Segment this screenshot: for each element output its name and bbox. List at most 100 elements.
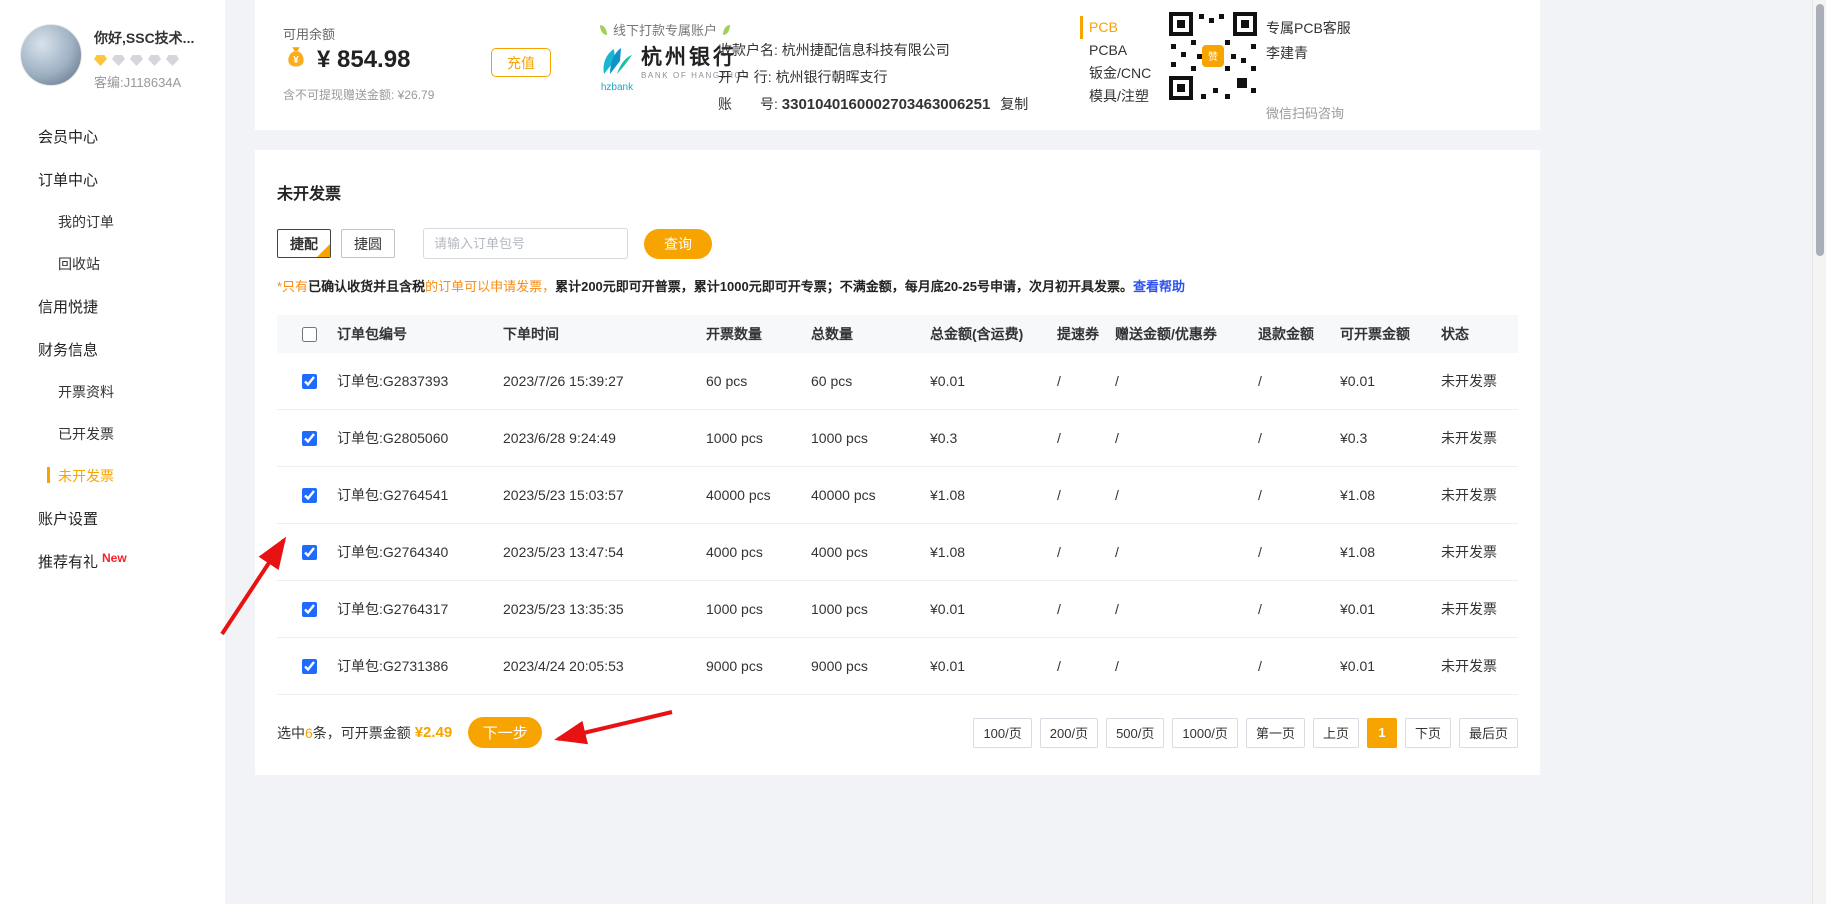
sidebar-item-referral[interactable]: 推荐有礼New	[0, 540, 225, 583]
col-header-refund-amount: 退款金额	[1258, 324, 1340, 344]
sidebar-menu: 会员中心 订单中心 我的订单 回收站 信用悦捷 财务信息 开票资料 已开发票 未…	[0, 105, 225, 583]
cell-total-qty: 9000 pcs	[811, 658, 930, 674]
toolbar: 捷配 捷圆 查询	[277, 228, 1518, 259]
gem-icon	[112, 55, 125, 66]
order-package-search-input[interactable]	[423, 228, 628, 259]
scrollbar-thumb[interactable]	[1816, 4, 1824, 256]
row-checkbox[interactable]	[302, 545, 317, 560]
page-size-500[interactable]: 500/页	[1106, 718, 1164, 748]
selected-amount: ¥2.49	[415, 724, 453, 741]
recharge-button[interactable]: 充值	[491, 48, 551, 77]
sidebar-item-invoice-profile[interactable]: 开票资料	[0, 371, 225, 413]
sidebar-item-my-orders[interactable]: 我的订单	[0, 201, 225, 243]
cell-refund-amount: /	[1258, 373, 1340, 389]
cell-speed-coupon: /	[1057, 487, 1115, 503]
balance-row: ¥ ¥ 854.98	[283, 44, 410, 75]
cell-order-time: 2023/6/28 9:24:49	[503, 430, 706, 446]
cell-invoicable-amount: ¥0.01	[1340, 373, 1441, 389]
service-sheet-metal-cnc[interactable]: 钣金/CNC	[1080, 62, 1151, 85]
cell-invoicable-amount: ¥0.3	[1340, 430, 1441, 446]
table-footer: 选中6条，可开票金额 ¥2.49 下一步 100/页 200/页 500/页 1…	[277, 717, 1518, 748]
sidebar-item-account-settings[interactable]: 账户设置	[0, 497, 225, 540]
search-button[interactable]: 查询	[644, 229, 712, 259]
col-header-status: 状态	[1441, 324, 1518, 344]
cell-status: 未开发票	[1441, 542, 1518, 562]
selection-summary: 选中6条，可开票金额 ¥2.49 下一步	[277, 717, 542, 748]
avatar	[20, 24, 82, 86]
row-checkbox[interactable]	[302, 374, 317, 389]
page-size-100[interactable]: 100/页	[973, 718, 1031, 748]
first-page-button[interactable]: 第一页	[1246, 718, 1305, 748]
copy-account-button[interactable]: 复制	[1000, 96, 1028, 112]
cell-order-time: 2023/4/24 20:05:53	[503, 658, 706, 674]
sidebar-item-order-center[interactable]: 订单中心	[0, 158, 225, 201]
cell-invoice-qty: 60 pcs	[706, 373, 811, 389]
cell-refund-amount: /	[1258, 658, 1340, 674]
invoice-notice: *只有已确认收货并且含税的订单可以申请发票，累计200元即可开普票，累计1000…	[277, 276, 1518, 295]
cell-gift-amount: /	[1115, 658, 1258, 674]
row-checkbox[interactable]	[302, 659, 317, 674]
selected-mid: 条，可开票金额	[313, 723, 411, 743]
page-scrollbar[interactable]	[1812, 0, 1826, 904]
current-page-button[interactable]: 1	[1367, 718, 1397, 748]
cell-invoicable-amount: ¥0.01	[1340, 601, 1441, 617]
cell-invoice-qty: 1000 pcs	[706, 430, 811, 446]
prev-page-button[interactable]: 上页	[1313, 718, 1359, 748]
cell-status: 未开发票	[1441, 428, 1518, 448]
cell-refund-amount: /	[1258, 487, 1340, 503]
cell-order-time: 2023/5/23 13:35:35	[503, 601, 706, 617]
service-mold-injection[interactable]: 模具/注塑	[1080, 85, 1151, 108]
cell-invoicable-amount: ¥1.08	[1340, 487, 1441, 503]
table-body: 订单包:G2837393 2023/7/26 15:39:27 60 pcs 6…	[277, 353, 1518, 695]
service-pcba[interactable]: PCBA	[1080, 39, 1151, 62]
service-pcb[interactable]: PCB	[1080, 16, 1151, 39]
member-level-gems	[94, 55, 194, 66]
page-size-200[interactable]: 200/页	[1040, 718, 1098, 748]
cell-package-id: 订单包:G2764317	[337, 599, 503, 619]
col-header-order-time: 下单时间	[503, 324, 706, 344]
gem-icon	[166, 55, 179, 66]
cell-invoice-qty: 4000 pcs	[706, 544, 811, 560]
sidebar-item-member-center[interactable]: 会员中心	[0, 115, 225, 158]
sidebar-item-credit[interactable]: 信用悦捷	[0, 285, 225, 328]
notice-text: 已确认收货并且含税	[308, 279, 425, 294]
gem-icon	[130, 55, 143, 66]
qr-scan-caption: 微信扫码咨询	[1266, 103, 1351, 122]
sidebar-item-uninvoiced[interactable]: 未开发票	[0, 455, 225, 497]
table-row: 订单包:G2764340 2023/5/23 13:47:54 4000 pcs…	[277, 524, 1518, 581]
sidebar-item-recycle-bin[interactable]: 回收站	[0, 243, 225, 285]
view-help-link[interactable]: 查看帮助	[1133, 279, 1185, 294]
col-header-invoice-qty: 开票数量	[706, 324, 811, 344]
cell-total-qty: 4000 pcs	[811, 544, 930, 560]
next-page-button[interactable]: 下页	[1405, 718, 1451, 748]
page-title: 未开发票	[277, 180, 1518, 204]
table-row: 订单包:G2805060 2023/6/28 9:24:49 1000 pcs …	[277, 410, 1518, 467]
money-bag-icon: ¥	[283, 44, 309, 75]
cell-refund-amount: /	[1258, 544, 1340, 560]
cell-speed-coupon: /	[1057, 658, 1115, 674]
sidebar-item-finance-info[interactable]: 财务信息	[0, 328, 225, 371]
cell-refund-amount: /	[1258, 430, 1340, 446]
bank-short-name: hzbank	[601, 82, 633, 93]
table-header-row: 订单包编号 下单时间 开票数量 总数量 总金额(含运费) 提速券 赠送金额/优惠…	[277, 315, 1518, 353]
select-all-checkbox[interactable]	[302, 327, 317, 342]
service-agent-name: 李建青	[1266, 43, 1351, 63]
selected-prefix: 选中	[277, 723, 305, 743]
cell-gift-amount: /	[1115, 373, 1258, 389]
cell-speed-coupon: /	[1057, 373, 1115, 389]
next-step-button[interactable]: 下一步	[468, 717, 542, 748]
cell-total-qty: 1000 pcs	[811, 601, 930, 617]
tab-jieyuan[interactable]: 捷圆	[341, 229, 395, 258]
leaf-icon	[600, 25, 607, 35]
tab-jiepei[interactable]: 捷配	[277, 229, 331, 258]
last-page-button[interactable]: 最后页	[1459, 718, 1518, 748]
notice-text: *只有	[277, 279, 308, 294]
row-checkbox[interactable]	[302, 431, 317, 446]
row-checkbox[interactable]	[302, 602, 317, 617]
cell-total-amount: ¥1.08	[930, 487, 1057, 503]
account-label: 账 号:	[718, 96, 778, 112]
selected-count: 6	[305, 725, 313, 741]
row-checkbox[interactable]	[302, 488, 317, 503]
sidebar-item-invoiced[interactable]: 已开发票	[0, 413, 225, 455]
page-size-1000[interactable]: 1000/页	[1172, 718, 1238, 748]
